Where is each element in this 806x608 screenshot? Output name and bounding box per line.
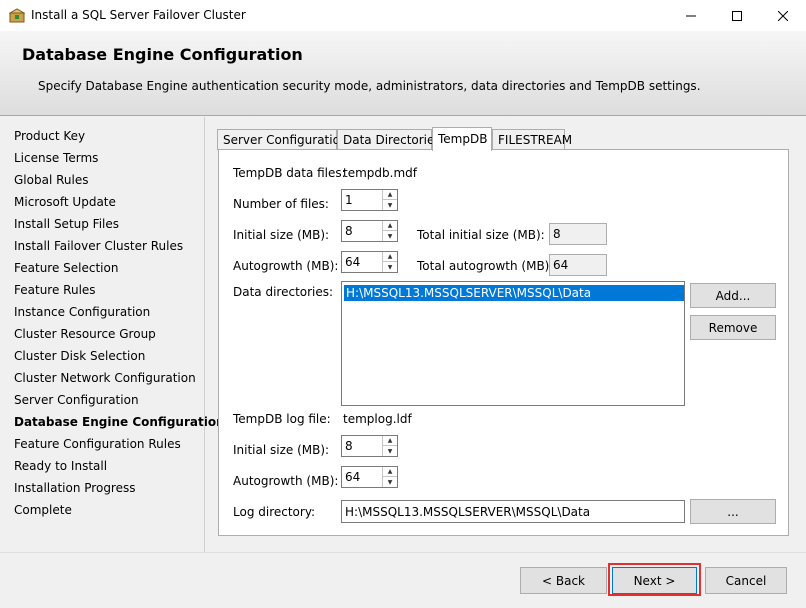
- nav-item-global-rules[interactable]: Global Rules: [14, 173, 88, 187]
- maximize-button[interactable]: [714, 0, 760, 31]
- nav-item-ready-to-install[interactable]: Ready to Install: [14, 459, 107, 473]
- back-button[interactable]: < Back: [520, 567, 607, 594]
- log-initial-size-stepper[interactable]: 8 ▲ ▼: [341, 435, 398, 457]
- nav-item-server-configuration[interactable]: Server Configuration: [14, 393, 139, 407]
- page-header: Database Engine Configuration Specify Da…: [0, 31, 806, 116]
- tab-filestream[interactable]: FILESTREAM: [492, 129, 572, 150]
- number-of-files-value: 1: [345, 193, 353, 207]
- log-directory-input[interactable]: H:\MSSQL13.MSSQLSERVER\MSSQL\Data: [341, 500, 685, 523]
- nav-item-installation-progress[interactable]: Installation Progress: [14, 481, 136, 495]
- tempdb-log-file-label: TempDB log file:: [233, 412, 331, 426]
- nav-item-feature-rules[interactable]: Feature Rules: [14, 283, 96, 297]
- nav-item-product-key[interactable]: Product Key: [14, 129, 85, 143]
- log-directory-label: Log directory:: [233, 505, 316, 519]
- spin-up-arrow-icon[interactable]: ▲: [383, 190, 397, 200]
- wizard-steps-nav: Product Key License Terms Global Rules M…: [0, 117, 225, 552]
- number-of-files-label: Number of files:: [233, 197, 329, 211]
- nav-item-instance-configuration[interactable]: Instance Configuration: [14, 305, 150, 319]
- spin-buttons: ▲ ▼: [382, 252, 397, 272]
- spin-up-arrow-icon[interactable]: ▲: [383, 221, 397, 231]
- remove-directory-button[interactable]: Remove: [690, 315, 776, 340]
- tab-tempdb[interactable]: TempDB: [432, 127, 492, 151]
- window-title: Install a SQL Server Failover Cluster: [31, 8, 246, 22]
- list-item[interactable]: H:\MSSQL13.MSSQLSERVER\MSSQL\Data: [344, 285, 684, 301]
- spin-buttons: ▲ ▼: [382, 221, 397, 241]
- nav-divider: [204, 117, 205, 552]
- nav-item-install-failover-cluster-rules[interactable]: Install Failover Cluster Rules: [14, 239, 183, 253]
- nav-item-cluster-network-configuration[interactable]: Cluster Network Configuration: [14, 371, 196, 385]
- total-initial-size-value: 8: [549, 223, 607, 245]
- title-bar: Install a SQL Server Failover Cluster: [0, 0, 806, 31]
- spin-down-arrow-icon[interactable]: ▼: [383, 477, 397, 487]
- nav-item-license-terms[interactable]: License Terms: [14, 151, 98, 165]
- tab-server-configuration[interactable]: Server Configuration: [217, 129, 348, 150]
- close-button[interactable]: [760, 0, 806, 31]
- tab-data-directories[interactable]: Data Directories: [337, 129, 441, 150]
- next-button[interactable]: Next >: [612, 567, 697, 594]
- log-initial-size-value: 8: [345, 439, 353, 453]
- spin-buttons: ▲ ▼: [382, 190, 397, 210]
- installer-box-icon: [9, 8, 25, 23]
- spin-buttons: ▲ ▼: [382, 467, 397, 487]
- nav-item-complete[interactable]: Complete: [14, 503, 72, 517]
- spin-up-arrow-icon[interactable]: ▲: [383, 467, 397, 477]
- log-autogrowth-stepper[interactable]: 64 ▲ ▼: [341, 466, 398, 488]
- number-of-files-stepper[interactable]: 1 ▲ ▼: [341, 189, 398, 211]
- close-icon: [778, 10, 788, 21]
- autogrowth-label: Autogrowth (MB):: [233, 259, 339, 273]
- spin-down-arrow-icon[interactable]: ▼: [383, 262, 397, 272]
- autogrowth-stepper[interactable]: 64 ▲ ▼: [341, 251, 398, 273]
- nav-item-install-setup-files[interactable]: Install Setup Files: [14, 217, 119, 231]
- nav-item-cluster-resource-group[interactable]: Cluster Resource Group: [14, 327, 156, 341]
- page-subtitle: Specify Database Engine authentication s…: [38, 79, 701, 93]
- initial-size-stepper[interactable]: 8 ▲ ▼: [341, 220, 398, 242]
- spin-down-arrow-icon[interactable]: ▼: [383, 231, 397, 241]
- minimize-icon: [686, 15, 696, 16]
- tempdb-data-files-label: TempDB data files:: [233, 166, 346, 180]
- spin-up-arrow-icon[interactable]: ▲: [383, 436, 397, 446]
- page-title: Database Engine Configuration: [22, 45, 303, 64]
- total-initial-size-label: Total initial size (MB):: [417, 228, 545, 242]
- nav-item-feature-configuration-rules[interactable]: Feature Configuration Rules: [14, 437, 181, 451]
- spin-down-arrow-icon[interactable]: ▼: [383, 446, 397, 456]
- nav-item-cluster-disk-selection[interactable]: Cluster Disk Selection: [14, 349, 145, 363]
- spin-buttons: ▲ ▼: [382, 436, 397, 456]
- data-directories-list[interactable]: H:\MSSQL13.MSSQLSERVER\MSSQL\Data: [341, 281, 685, 406]
- add-directory-button[interactable]: Add...: [690, 283, 776, 308]
- spin-down-arrow-icon[interactable]: ▼: [383, 200, 397, 210]
- initial-size-value: 8: [345, 224, 353, 238]
- maximize-icon: [732, 10, 742, 21]
- minimize-button[interactable]: [668, 0, 714, 31]
- log-autogrowth-label: Autogrowth (MB):: [233, 474, 339, 488]
- autogrowth-value: 64: [345, 255, 361, 269]
- tempdb-data-files-value: tempdb.mdf: [343, 166, 417, 180]
- initial-size-label: Initial size (MB):: [233, 228, 330, 242]
- total-autogrowth-value: 64: [549, 254, 607, 276]
- total-autogrowth-label: Total autogrowth (MB):: [417, 259, 554, 273]
- cancel-button[interactable]: Cancel: [705, 567, 787, 594]
- log-initial-size-label: Initial size (MB):: [233, 443, 330, 457]
- data-directories-label: Data directories:: [233, 285, 334, 299]
- nav-item-microsoft-update[interactable]: Microsoft Update: [14, 195, 116, 209]
- nav-item-database-engine-configuration[interactable]: Database Engine Configuration: [14, 415, 225, 429]
- log-autogrowth-value: 64: [345, 470, 361, 484]
- browse-log-directory-button[interactable]: ...: [690, 499, 776, 524]
- tempdb-log-file-value: templog.ldf: [343, 412, 412, 426]
- spin-up-arrow-icon[interactable]: ▲: [383, 252, 397, 262]
- nav-item-feature-selection[interactable]: Feature Selection: [14, 261, 118, 275]
